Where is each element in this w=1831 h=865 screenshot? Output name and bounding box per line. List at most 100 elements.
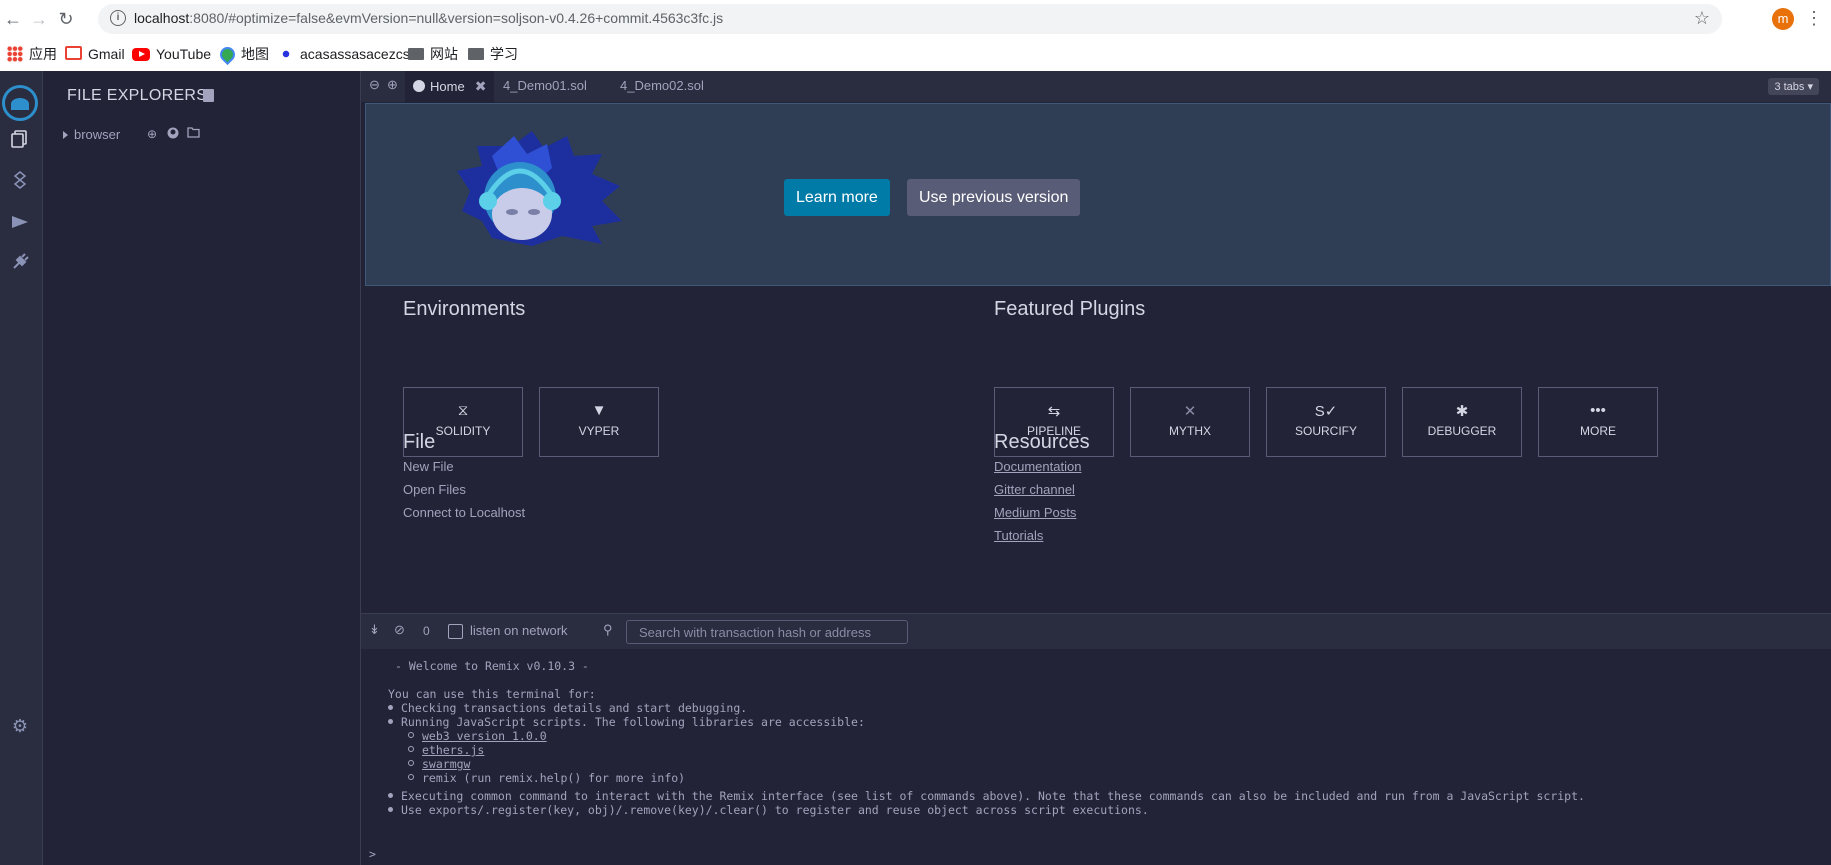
library-item: swarmgw — [408, 757, 470, 771]
open-folder-icon[interactable] — [187, 127, 200, 141]
zoom-in-icon[interactable]: ⊕ — [387, 77, 398, 93]
create-file-icon[interactable]: ⊕ — [147, 127, 157, 141]
bullet-icon — [388, 705, 393, 710]
solidity-icon: ⧖ — [457, 402, 469, 419]
bullet-icon — [408, 746, 414, 752]
github-icon[interactable] — [167, 127, 179, 142]
gmail-icon — [65, 46, 82, 60]
file-explorer-panel: FILE EXPLORERS browser ⊕ — [43, 71, 361, 865]
remix-small-icon — [413, 80, 425, 92]
library-item: web3 version 1.0.0 — [408, 729, 547, 743]
forward-arrow-icon[interactable]: → — [28, 8, 50, 30]
remix-logo-icon[interactable] — [2, 85, 38, 121]
bullet-icon — [408, 732, 414, 738]
folder-icon — [408, 48, 424, 60]
ethers-link[interactable]: ethers.js — [422, 743, 484, 757]
resources-title: Resources — [994, 431, 1090, 453]
terminal-toolbar: ↡ ⊘ 0 listen on network ⚲ Search with tr… — [361, 613, 1831, 650]
book-icon[interactable] — [203, 89, 214, 102]
pending-tx-count: 0 — [423, 624, 430, 638]
browser-menu-icon[interactable]: ⋮ — [1805, 8, 1823, 29]
gitter-link[interactable]: Gitter channel — [994, 482, 1075, 497]
plugin-sourcify-card[interactable]: S✓ SOURCIFY — [1266, 387, 1386, 457]
env-vyper-card[interactable]: ▼ VYPER — [539, 387, 659, 457]
new-file-link[interactable]: New File — [403, 459, 454, 474]
tab-demo01[interactable]: 4_Demo01.sol — [495, 71, 595, 102]
bookmark-maps[interactable]: 地图 — [216, 43, 269, 66]
bug-icon: ✱ — [1455, 403, 1469, 420]
tab-demo02[interactable]: 4_Demo02.sol — [612, 71, 712, 102]
url-text[interactable]: localhost:8080/#optimize=false&evmVersio… — [134, 10, 723, 26]
tree-root-browser[interactable]: browser — [74, 127, 120, 142]
plugin-manager-icon[interactable] — [7, 252, 33, 278]
folder-icon — [468, 48, 484, 60]
listen-network-checkbox[interactable] — [448, 624, 463, 639]
home-banner: Learn more Use previous version — [365, 103, 1831, 286]
plugin-mythx-card[interactable]: ✕ MYTHX — [1130, 387, 1250, 457]
solidity-compiler-icon[interactable] — [7, 170, 33, 196]
reload-icon[interactable]: ↻ — [55, 8, 77, 30]
bullet-icon — [388, 793, 393, 798]
tutorials-link[interactable]: Tutorials — [994, 528, 1043, 543]
swarmgw-link[interactable]: swarmgw — [422, 757, 470, 771]
documentation-link[interactable]: Documentation — [994, 459, 1081, 474]
collapse-terminal-icon[interactable]: ↡ — [369, 622, 380, 638]
plugin-debugger-card[interactable]: ✱ DEBUGGER — [1402, 387, 1522, 457]
zoom-out-icon[interactable]: ⊖ — [369, 77, 380, 93]
tab-home[interactable]: Home ✖ — [405, 71, 495, 102]
previous-version-button[interactable]: Use previous version — [907, 179, 1081, 216]
library-item: remix (run remix.help() for more info) — [408, 771, 685, 785]
file-tree: browser ⊕ — [63, 127, 200, 142]
featured-plugins-title: Featured Plugins — [994, 298, 1146, 320]
bookmark-apps[interactable]: 应用 — [7, 43, 57, 65]
open-files-link[interactable]: Open Files — [403, 482, 466, 497]
terminal-output: - Welcome to Remix v0.10.3 - You can use… — [361, 649, 1831, 865]
web3-link[interactable]: web3 version 1.0.0 — [422, 729, 547, 743]
bullet-icon — [388, 807, 393, 812]
medium-link[interactable]: Medium Posts — [994, 505, 1076, 520]
terminal-bullet: Use exports/.register(key, obj)/.remove(… — [388, 803, 1149, 817]
file-explorer-icon[interactable] — [7, 129, 33, 155]
bookmark-folder-websites[interactable]: 网站 — [408, 43, 458, 65]
settings-gear-icon[interactable]: ⚙ — [7, 713, 33, 739]
sourcify-icon: S✓ — [1314, 403, 1338, 420]
baidu-icon — [278, 46, 294, 62]
bookmark-folder-study[interactable]: 学习 — [468, 43, 518, 65]
learn-more-button[interactable]: Learn more — [784, 179, 890, 216]
terminal-bullet: Running JavaScript scripts. The followin… — [388, 715, 865, 729]
editor-tab-bar: ⊖ ⊕ Home ✖ 4_Demo01.sol 4_Demo02.sol 3 ta… — [361, 71, 1831, 102]
close-icon[interactable]: ✖ — [475, 78, 487, 94]
caret-right-icon[interactable] — [63, 131, 68, 139]
bookmark-star-icon[interactable]: ☆ — [1694, 8, 1710, 29]
address-row: ← → ↻ i localhost:8080/#optimize=false&e… — [0, 0, 1831, 38]
bullet-icon — [408, 760, 414, 766]
bullet-icon — [408, 774, 414, 780]
remix-icon-bar: ⚙ — [0, 71, 43, 865]
remix-mascot-image — [457, 131, 622, 246]
bullet-icon — [388, 719, 393, 724]
connect-localhost-link[interactable]: Connect to Localhost — [403, 505, 525, 520]
bookmark-gmail[interactable]: Gmail — [65, 43, 125, 65]
site-info-icon[interactable]: i — [110, 10, 126, 26]
apps-icon — [7, 46, 23, 62]
pipeline-icon: ⇆ — [1047, 403, 1061, 420]
deploy-run-icon[interactable] — [7, 211, 33, 237]
maps-icon — [216, 43, 239, 66]
intro-line: You can use this terminal for: — [388, 687, 596, 701]
terminal-prompt[interactable]: > — [369, 847, 376, 861]
address-bar[interactable]: i localhost:8080/#optimize=false&evmVers… — [98, 4, 1722, 34]
home-page: Learn more Use previous version Environm… — [361, 102, 1831, 613]
plugin-more-card[interactable]: ••• MORE — [1538, 387, 1658, 457]
tabs-count-dropdown[interactable]: 3 tabs ▾ — [1768, 78, 1819, 95]
back-arrow-icon[interactable]: ← — [2, 8, 24, 30]
terminal-bullet: Executing common command to interact wit… — [388, 789, 1585, 803]
mythx-icon: ✕ — [1183, 403, 1197, 420]
profile-avatar[interactable]: m — [1772, 8, 1794, 30]
clear-console-icon[interactable]: ⊘ — [394, 622, 405, 638]
terminal-bullet: Checking transactions details and start … — [388, 701, 747, 715]
bookmark-youtube[interactable]: YouTube — [132, 43, 211, 65]
file-section-title: File — [403, 431, 436, 453]
more-icon: ••• — [1590, 402, 1606, 419]
bookmark-baidu[interactable]: acasassasacezcs — [278, 43, 410, 65]
terminal-search-input[interactable]: Search with transaction hash or address — [626, 620, 908, 644]
